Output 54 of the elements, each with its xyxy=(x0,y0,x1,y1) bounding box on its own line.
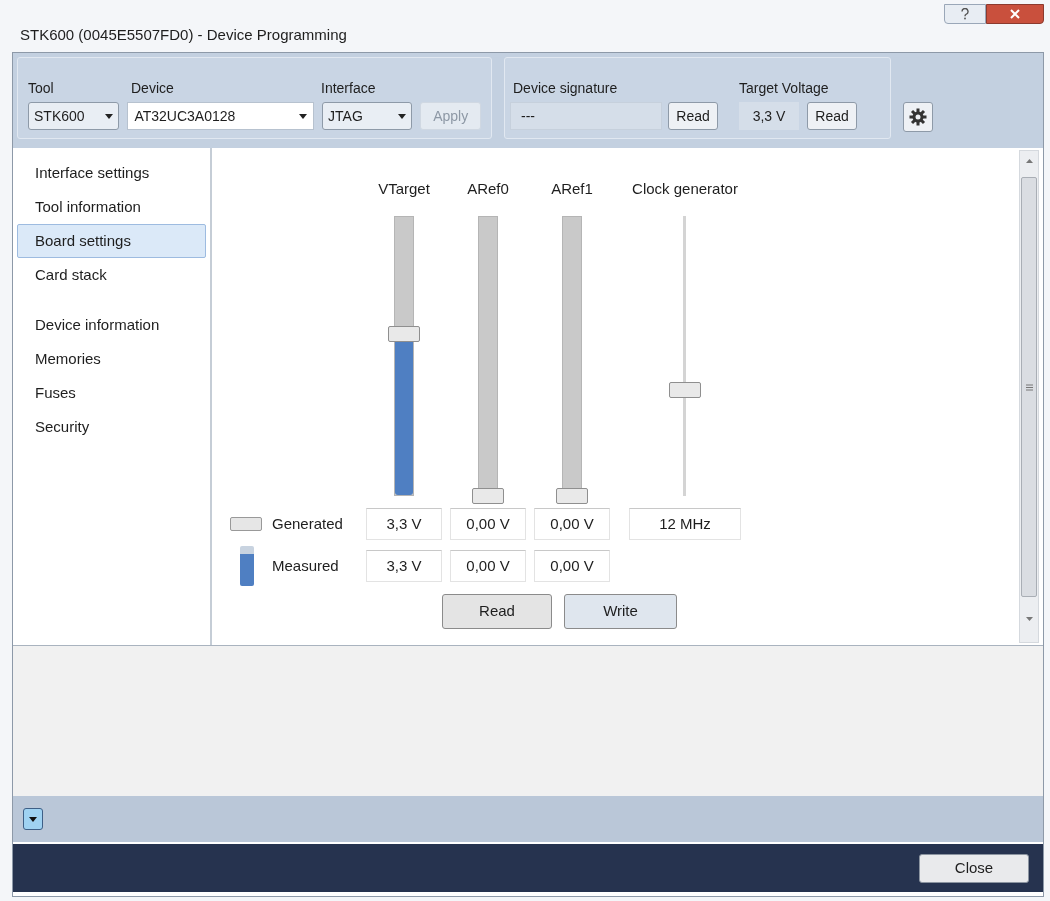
value-field: 0,00 V xyxy=(450,508,526,540)
channel-label: ARef1 xyxy=(551,179,593,199)
caret-icon xyxy=(29,816,37,822)
value-field: 3,3 V xyxy=(366,508,442,540)
thumb-swatch-icon xyxy=(230,517,262,531)
action-button[interactable]: Write xyxy=(564,594,677,629)
bar-swatch-icon xyxy=(240,546,254,586)
caret-icon xyxy=(398,113,407,119)
sidebar-item[interactable]: Memories xyxy=(17,342,206,376)
expand-button[interactable] xyxy=(23,808,43,830)
scroll-up-icon xyxy=(1025,159,1033,163)
caret-icon xyxy=(299,113,308,119)
tool-dropdown[interactable]: STK600 xyxy=(28,102,120,130)
settings-button[interactable] xyxy=(903,102,933,132)
legend-label: Measured xyxy=(272,555,339,576)
sidebar-item[interactable]: Card stack xyxy=(17,258,206,292)
value-field: 0,00 V xyxy=(450,550,526,582)
close-button[interactable]: Close xyxy=(919,853,1029,883)
scrollbar-thumb[interactable] xyxy=(1021,177,1037,597)
read-button[interactable]: Read xyxy=(668,102,718,130)
close-icon xyxy=(1010,9,1020,19)
device-signature-label: Device signature xyxy=(512,79,619,98)
scroll-down-icon xyxy=(1025,617,1033,621)
channel-label: Clock generator xyxy=(632,179,738,199)
device-dropdown[interactable]: AT32UC3A0128 xyxy=(127,102,315,130)
action-button[interactable]: Read xyxy=(442,594,552,629)
sidebar-item[interactable]: Fuses xyxy=(17,376,206,410)
caret-icon xyxy=(105,113,114,119)
tool-label: Tool xyxy=(28,79,55,98)
sidebar-item[interactable]: Board settings xyxy=(17,224,206,258)
sidebar-item[interactable]: Device information xyxy=(17,308,206,342)
device-label: Device xyxy=(131,79,175,98)
sidebar-item[interactable]: Security xyxy=(17,410,206,444)
channel-label: ARef0 xyxy=(467,179,509,199)
interface-label: Interface xyxy=(321,79,376,98)
voltage-field: 3,3 V xyxy=(739,102,799,130)
target-voltage-label: Target Voltage xyxy=(739,79,829,98)
sidebar-item[interactable]: Interface settings xyxy=(17,156,206,190)
legend-label: Generated xyxy=(272,513,343,534)
help-button[interactable] xyxy=(944,4,986,24)
value-field: 12 MHz xyxy=(629,508,741,540)
interface-dropdown[interactable]: JTAG xyxy=(322,102,413,130)
value-field: 3,3 V xyxy=(366,550,442,582)
scrollbar[interactable] xyxy=(1019,150,1039,643)
window-title: STK600 (0045E5507FD0) - Device Programming xyxy=(20,25,347,45)
help-icon xyxy=(960,8,970,20)
sidebar-item[interactable]: Tool information xyxy=(17,190,206,224)
value-field: 0,00 V xyxy=(534,508,610,540)
channel-label: VTarget xyxy=(378,179,430,199)
signature-field: --- xyxy=(510,102,662,130)
close-button[interactable] xyxy=(986,4,1044,24)
read-button[interactable]: Read xyxy=(807,102,857,130)
value-field: 0,00 V xyxy=(534,550,610,582)
settings-icon xyxy=(909,108,927,126)
